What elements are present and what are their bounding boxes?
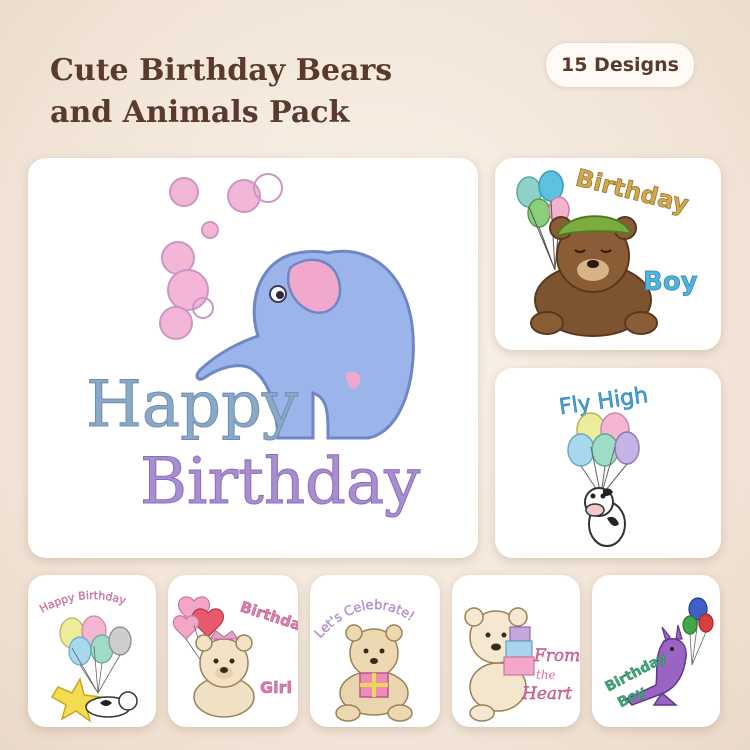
girl-text: Girl [260,678,292,697]
from-the-heart-illustration: From the Heart [464,607,580,722]
title-line-1: Cute Birthday Bears [50,53,393,88]
designs-count-badge: 15 Designs [545,42,695,88]
lets-celebrate-illustration: Let's Celebrate! [312,598,417,722]
birthday-text: Birthday [140,445,420,519]
bear-icon [530,215,658,337]
design-card-fly-high[interactable]: Fly High [495,368,721,558]
cow-icon [584,487,626,547]
balloon-icon [59,615,132,694]
page-title: Cute Birthday Bears and Animals Pack [50,50,392,134]
design-card-kangaroo[interactable]: Birthday Boy [592,575,720,727]
design-card-lets-celebrate[interactable]: Let's Celebrate! [310,575,440,727]
happy-birthday-text: Happy Birthday [37,589,128,616]
design-card-elephant[interactable]: Happy Birthday [28,158,478,558]
kangaroo-illustration: Birthday Boy [602,597,714,712]
elephant-illustration: Happy Birthday [86,173,421,520]
title-line-2: and Animals Pack [50,95,350,130]
the-text: the [536,668,556,682]
balloon-icon [682,597,714,666]
birthday-girl-illustration: Birthday Girl [172,596,298,718]
cow-star-illustration: Happy Birthday [37,589,138,723]
bear-icon [193,630,255,718]
birthday-text: Birthday [573,164,692,219]
happy-text: Happy [86,368,298,442]
birthday-text: Birthday [238,598,298,637]
boy-text: Boy [643,267,698,297]
balloon-icon [567,412,640,497]
bear-boy-illustration: Birthday Boy [516,163,698,337]
design-card-cow-star[interactable]: Happy Birthday [28,575,156,727]
heart-text: Heart [521,684,572,704]
design-card-from-the-heart[interactable]: From the Heart [452,575,580,727]
design-card-birthday-girl[interactable]: Birthday Girl [168,575,298,727]
fly-high-illustration: Fly High [557,383,650,547]
fly-high-text: Fly High [558,383,650,420]
design-card-bear-birthday-boy[interactable]: Birthday Boy [495,158,721,350]
gift-icon [359,672,389,698]
from-text: From [533,646,580,666]
